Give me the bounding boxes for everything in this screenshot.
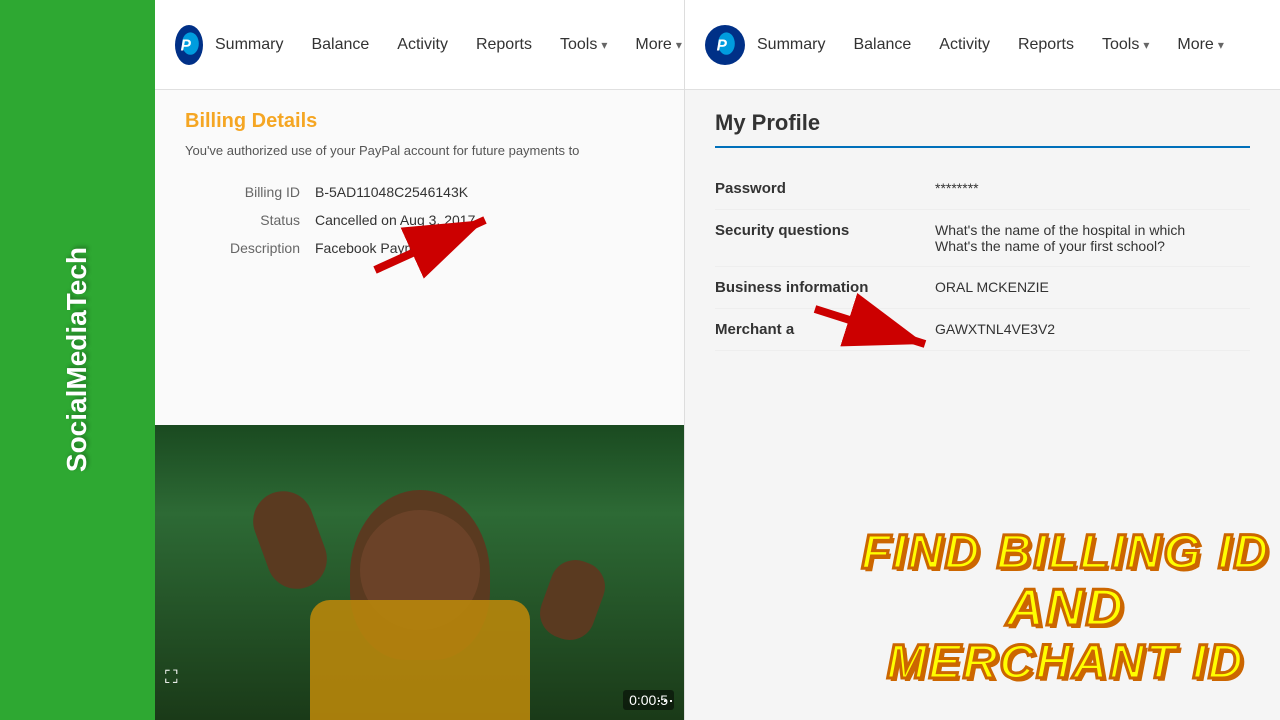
svg-text:P: P bbox=[717, 37, 728, 54]
right-nav-more[interactable]: More▾ bbox=[1165, 28, 1235, 62]
main-content: P Summary Balance Activity Reports Tools… bbox=[155, 0, 1280, 720]
svg-text:P: P bbox=[181, 37, 192, 54]
overlay-line2: AND bbox=[861, 580, 1270, 637]
billing-title: Billing Details bbox=[185, 110, 654, 133]
left-red-arrow bbox=[355, 200, 515, 280]
left-paypal-nav: P Summary Balance Activity Reports Tools… bbox=[155, 0, 684, 90]
profile-password-value: ******** bbox=[935, 180, 1250, 196]
left-nav-balance[interactable]: Balance bbox=[299, 28, 381, 62]
billing-section: Billing Details You've authorized use of… bbox=[155, 90, 684, 425]
left-nav-items: Summary Balance Activity Reports Tools▾ … bbox=[203, 28, 685, 62]
billing-desc-label: Description bbox=[185, 240, 315, 256]
profile-merchant-row: Merchant a GAWXTNL4VE3V2 bbox=[715, 309, 1250, 351]
right-panel-wrapper: P Summary Balance Activity Reports Tools… bbox=[685, 0, 1280, 720]
sidebar: SocialMediaTech bbox=[0, 0, 155, 720]
more-options-icon[interactable]: ⋯ bbox=[656, 691, 674, 712]
right-paypal-nav: P Summary Balance Activity Reports Tools… bbox=[685, 0, 1280, 90]
profile-table: Password ******** Security questions Wha… bbox=[715, 168, 1250, 351]
video-area[interactable]: 0:00:5 ⛶ ⋯ bbox=[155, 425, 684, 720]
right-nav-tools[interactable]: Tools▾ bbox=[1090, 28, 1161, 62]
profile-security-row: Security questions What's the name of th… bbox=[715, 210, 1250, 267]
profile-security-value: What's the name of the hospital in which… bbox=[935, 222, 1250, 254]
video-person bbox=[155, 425, 684, 720]
big-text-overlay: FIND BILLING ID AND MERCHANT ID bbox=[861, 527, 1270, 690]
profile-password-row: Password ******** bbox=[715, 168, 1250, 210]
billing-status-label: Status bbox=[185, 212, 315, 228]
billing-id-value: B-5AD11048C2546143K bbox=[315, 184, 468, 200]
overlay-line1: FIND BILLING ID bbox=[861, 527, 1270, 580]
expand-icon[interactable]: ⛶ bbox=[165, 667, 178, 688]
left-nav-summary[interactable]: Summary bbox=[203, 28, 295, 62]
left-paypal-logo: P bbox=[175, 25, 203, 65]
left-nav-more[interactable]: More▾ bbox=[623, 28, 685, 62]
right-nav-items: Summary Balance Activity Reports Tools▾ … bbox=[745, 28, 1236, 62]
right-nav-activity[interactable]: Activity bbox=[927, 28, 1002, 62]
left-nav-reports[interactable]: Reports bbox=[464, 28, 544, 62]
billing-id-label: Billing ID bbox=[185, 184, 315, 200]
left-nav-activity[interactable]: Activity bbox=[385, 28, 460, 62]
left-panel: P Summary Balance Activity Reports Tools… bbox=[155, 0, 685, 720]
right-nav-reports[interactable]: Reports bbox=[1006, 28, 1086, 62]
overlay-line3: MERCHANT ID bbox=[861, 637, 1270, 690]
left-panel-wrapper: P Summary Balance Activity Reports Tools… bbox=[155, 0, 685, 720]
right-paypal-logo: P bbox=[705, 25, 745, 65]
profile-title: My Profile bbox=[715, 110, 1250, 148]
panels-container: P Summary Balance Activity Reports Tools… bbox=[155, 0, 1280, 720]
right-red-arrow bbox=[795, 289, 955, 359]
profile-security-label: Security questions bbox=[715, 222, 935, 239]
sidebar-brand-text: SocialMediaTech bbox=[62, 247, 93, 472]
left-nav-tools[interactable]: Tools▾ bbox=[548, 28, 619, 62]
profile-merchant-value: GAWXTNL4VE3V2 bbox=[935, 321, 1250, 337]
profile-business-value: ORAL MCKENZIE bbox=[935, 279, 1250, 295]
right-nav-balance[interactable]: Balance bbox=[841, 28, 923, 62]
right-nav-summary[interactable]: Summary bbox=[745, 28, 837, 62]
profile-password-label: Password bbox=[715, 180, 935, 197]
billing-subtitle: You've authorized use of your PayPal acc… bbox=[185, 143, 654, 158]
